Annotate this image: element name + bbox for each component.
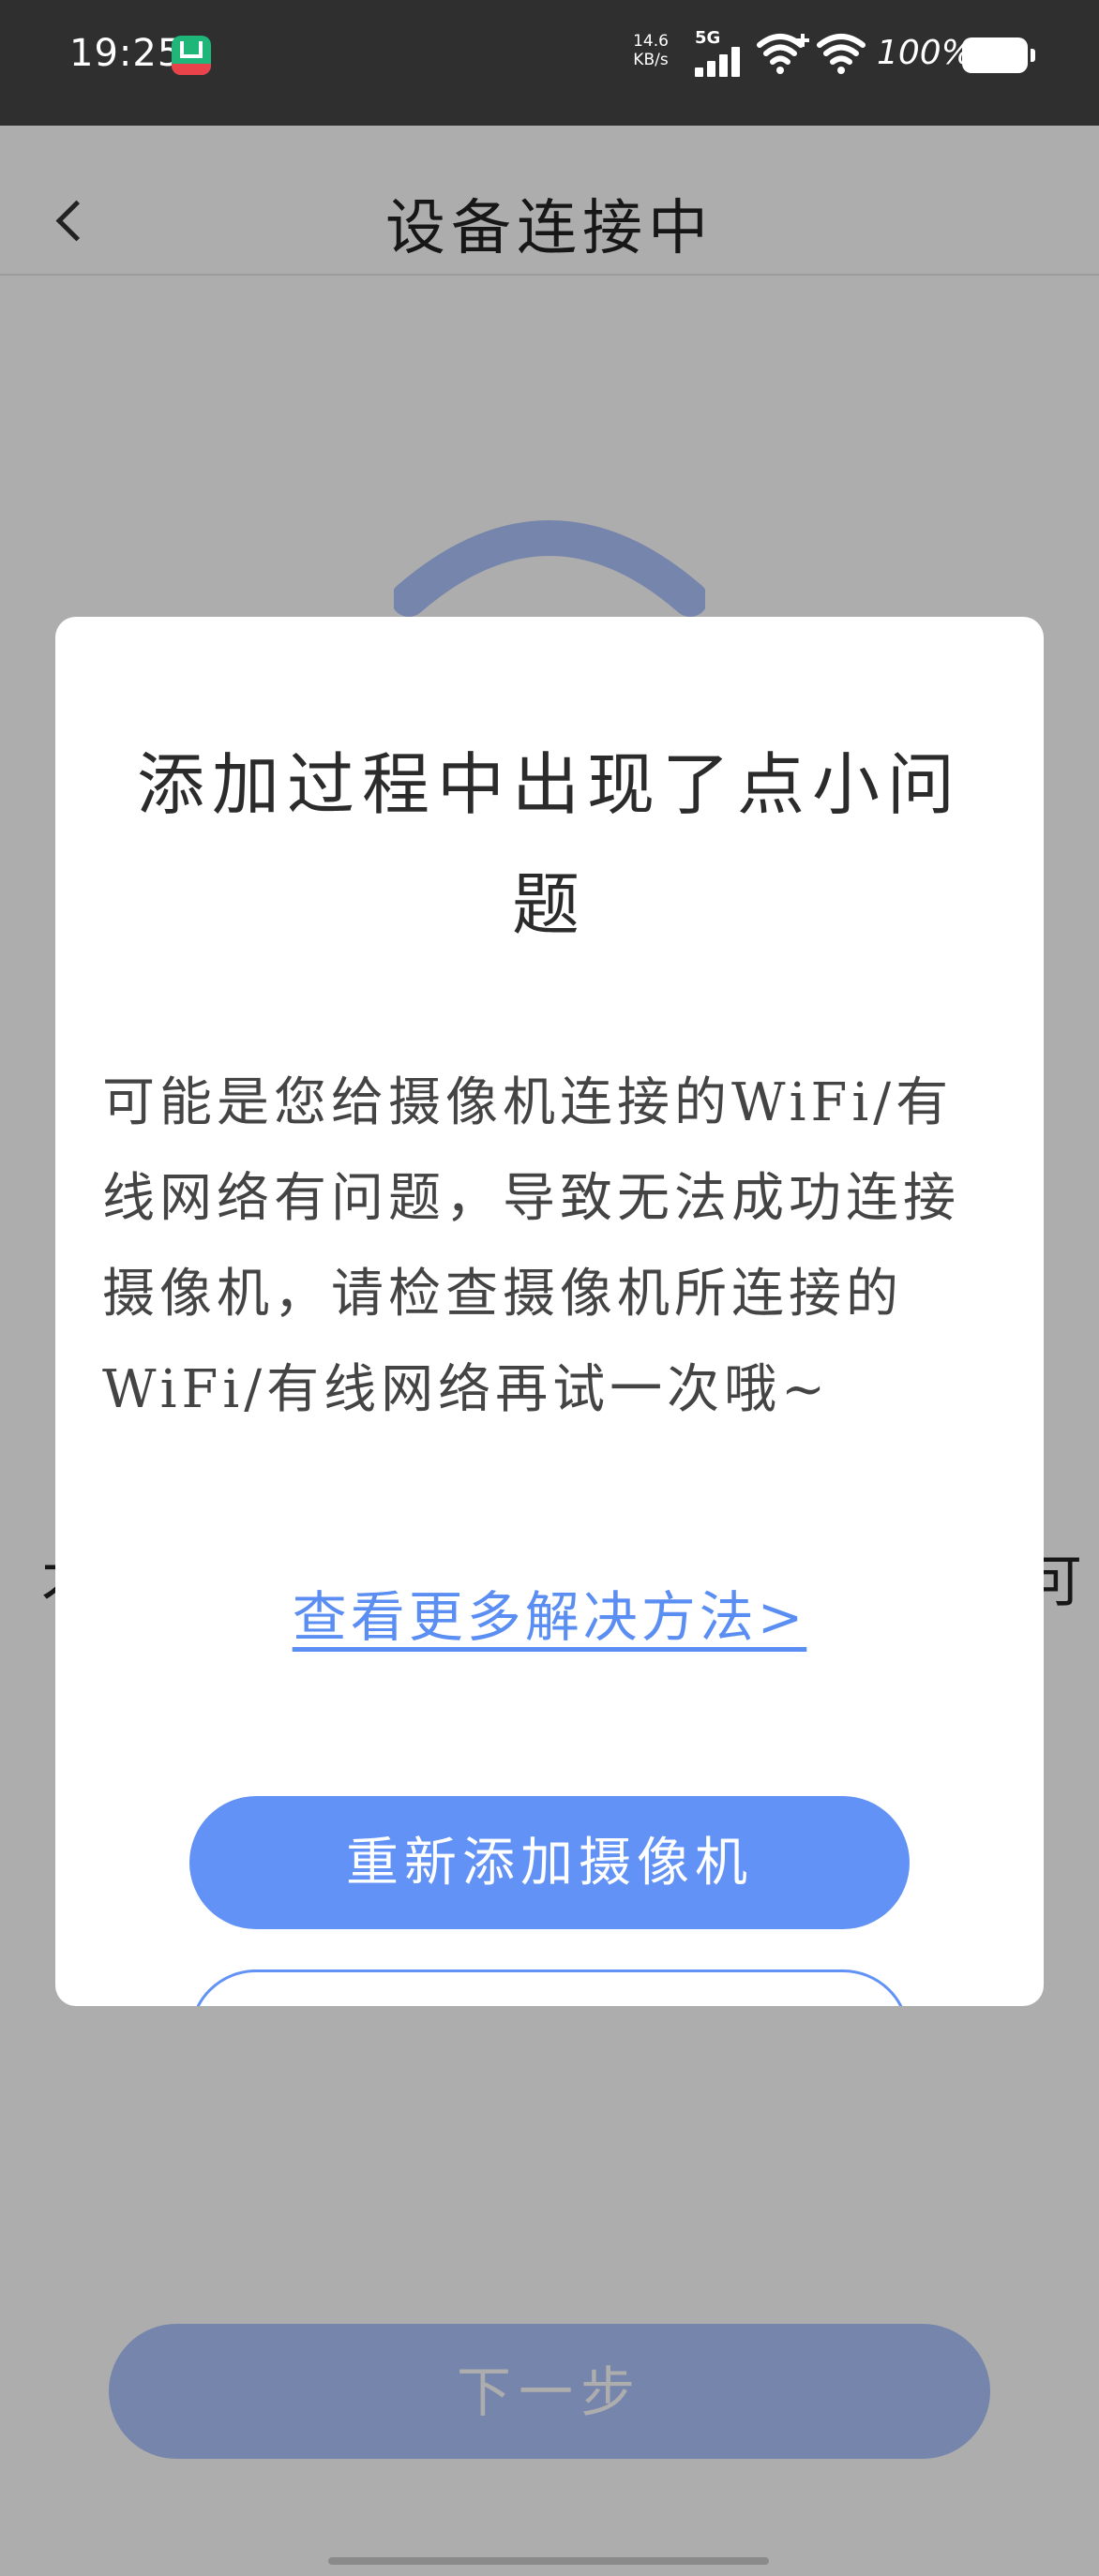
dialog-title: 添加过程中出现了点小问题 [136, 745, 962, 944]
cellular-signal-icon [695, 47, 744, 77]
battery-percentage: 100% [877, 34, 973, 72]
wifi-plus-icon [757, 34, 809, 74]
wifi-icon [817, 34, 866, 74]
network-speed: 14.6 KB/s [626, 32, 675, 69]
home-indicator[interactable] [328, 2557, 769, 2565]
error-dialog: 添加过程中出现了点小问题 可能是您给摄像机连接的WiFi/有线网络有问题，导致无… [55, 617, 1044, 2006]
more-solutions-link[interactable]: 查看更多解决方法> [55, 1573, 1044, 1652]
secondary-button[interactable] [189, 1969, 910, 2006]
network-speed-value: 14.6 [633, 32, 669, 51]
signal-type-label: 5G [695, 28, 721, 48]
network-speed-unit: KB/s [633, 51, 669, 69]
status-time: 19:25 [69, 32, 183, 75]
status-bar: 19:25 14.6 KB/s 5G 100% [0, 0, 1099, 126]
dialog-message: 可能是您给摄像机连接的WiFi/有线网络有问题，导致无法成功连接摄像机，请检查摄… [102, 1072, 960, 1420]
app-notification-icon [172, 36, 211, 75]
battery-icon [962, 37, 1035, 73]
re-add-camera-button[interactable]: 重新添加摄像机 [189, 1796, 910, 1929]
